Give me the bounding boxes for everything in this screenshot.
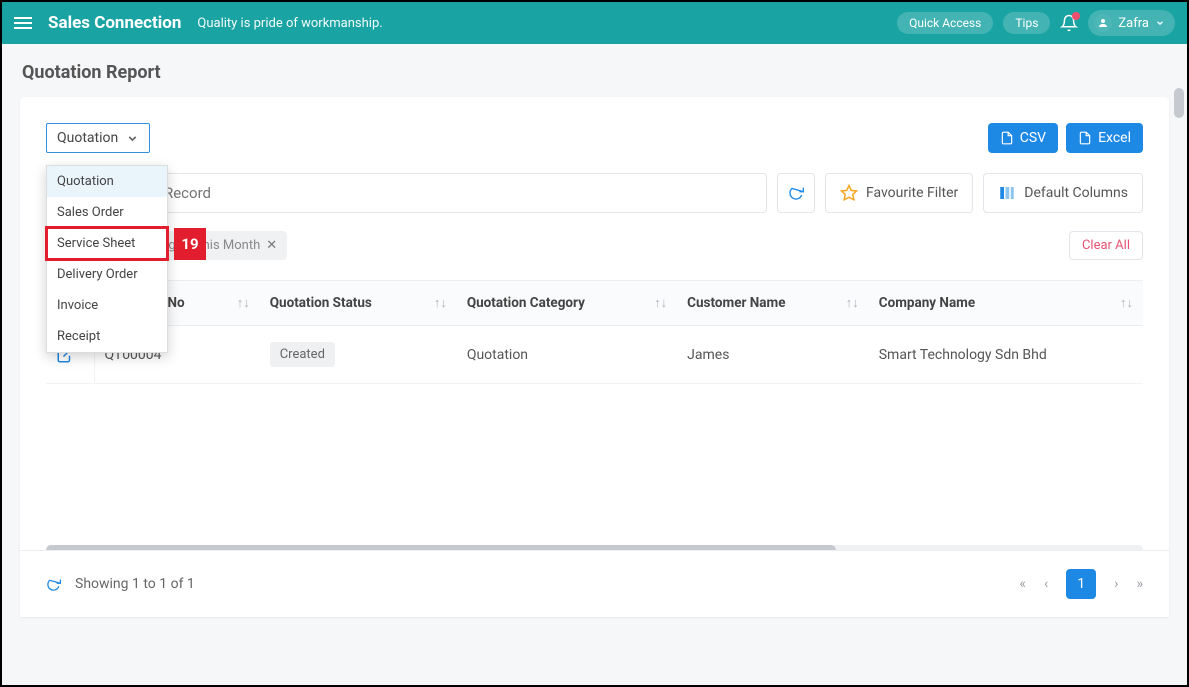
file-icon [1000, 131, 1014, 145]
dropdown-item-invoice[interactable]: Invoice [47, 290, 167, 321]
page-number-current[interactable]: 1 [1066, 569, 1096, 599]
dropdown-item-quotation[interactable]: Quotation [47, 166, 167, 197]
column-quotation-category[interactable]: Quotation Category↑↓ [457, 281, 677, 326]
default-columns-button[interactable]: Default Columns [983, 173, 1143, 213]
page-first-button[interactable]: « [1019, 576, 1026, 592]
report-type-value: Quotation [57, 130, 118, 146]
page-last-button[interactable]: » [1136, 576, 1143, 592]
chevron-down-icon [1155, 18, 1165, 28]
cell-quotation-category: Quotation [457, 326, 677, 384]
default-columns-label: Default Columns [1024, 185, 1128, 201]
table-footer: Showing 1 to 1 of 1 « ‹ 1 › » [20, 550, 1169, 617]
sort-icon[interactable]: ↑↓ [237, 295, 250, 311]
dropdown-item-sales-order[interactable]: Sales Order [47, 197, 167, 228]
sort-icon[interactable]: ↑↓ [434, 295, 447, 311]
dropdown-item-receipt[interactable]: Receipt [47, 321, 167, 352]
favourite-filter-button[interactable]: Favourite Filter [825, 173, 973, 213]
dropdown-item-delivery-order[interactable]: Delivery Order [47, 259, 167, 290]
callout-step-badge: 19 [174, 228, 206, 260]
star-icon [840, 184, 858, 202]
export-excel-button[interactable]: Excel [1066, 123, 1143, 153]
user-menu[interactable]: Zafra [1088, 10, 1175, 36]
cell-company-name: Smart Technology Sdn Bhd [869, 326, 1143, 384]
clear-all-button[interactable]: Clear All [1069, 231, 1143, 260]
page-scrollbar[interactable] [1174, 88, 1184, 118]
notifications-icon[interactable] [1060, 14, 1078, 32]
sort-icon[interactable]: ↑↓ [846, 295, 859, 311]
cell-quotation-status: Created [260, 326, 457, 384]
hamburger-menu-icon[interactable] [14, 17, 32, 29]
page-prev-button[interactable]: ‹ [1044, 576, 1048, 592]
status-badge: Created [270, 342, 335, 367]
user-name: Zafra [1118, 16, 1149, 31]
cell-customer-name: James [677, 326, 869, 384]
notification-badge [1072, 12, 1080, 20]
report-type-select[interactable]: Quotation [46, 123, 150, 153]
table-row[interactable]: QT00004 Created Quotation James Smart Te… [46, 326, 1143, 384]
page-title: Quotation Report [2, 44, 1187, 97]
app-brand: Sales Connection [48, 13, 181, 33]
quick-access-button[interactable]: Quick Access [897, 12, 993, 34]
top-nav-bar: Sales Connection Quality is pride of wor… [2, 2, 1187, 44]
page-next-button[interactable]: › [1114, 576, 1118, 592]
favourite-filter-label: Favourite Filter [866, 185, 958, 201]
columns-icon [998, 184, 1016, 202]
tips-button[interactable]: Tips [1003, 12, 1050, 34]
footer-refresh-icon[interactable] [46, 577, 61, 592]
chip-remove-icon[interactable]: ✕ [266, 238, 277, 253]
refresh-icon [788, 185, 804, 201]
sort-icon[interactable]: ↑↓ [1120, 295, 1133, 311]
file-icon [1078, 131, 1092, 145]
export-csv-label: CSV [1020, 130, 1046, 146]
dropdown-item-label: Service Sheet [57, 236, 135, 251]
app-tagline: Quality is pride of workmanship. [197, 16, 382, 31]
sort-icon[interactable]: ↑↓ [654, 295, 667, 311]
report-card: Quotation CSV Excel Quotation Sales Orde… [20, 97, 1169, 617]
avatar-icon [1094, 14, 1112, 32]
column-customer-name[interactable]: Customer Name↑↓ [677, 281, 869, 326]
report-table: Quotation No↑↓ Quotation Status↑↓ Quotat… [46, 280, 1143, 384]
refresh-button[interactable] [777, 173, 815, 213]
export-excel-label: Excel [1098, 130, 1131, 146]
report-type-dropdown: Quotation Sales Order Service Sheet 19 D… [46, 165, 168, 353]
pagination: « ‹ 1 › » [1019, 569, 1143, 599]
column-quotation-status[interactable]: Quotation Status↑↓ [260, 281, 457, 326]
dropdown-item-service-sheet[interactable]: Service Sheet 19 [47, 228, 167, 259]
export-csv-button[interactable]: CSV [988, 123, 1058, 153]
table-header-row: Quotation No↑↓ Quotation Status↑↓ Quotat… [46, 281, 1143, 326]
showing-text: Showing 1 to 1 of 1 [75, 576, 195, 592]
column-company-name[interactable]: Company Name↑↓ [869, 281, 1143, 326]
chevron-down-icon [126, 132, 139, 145]
